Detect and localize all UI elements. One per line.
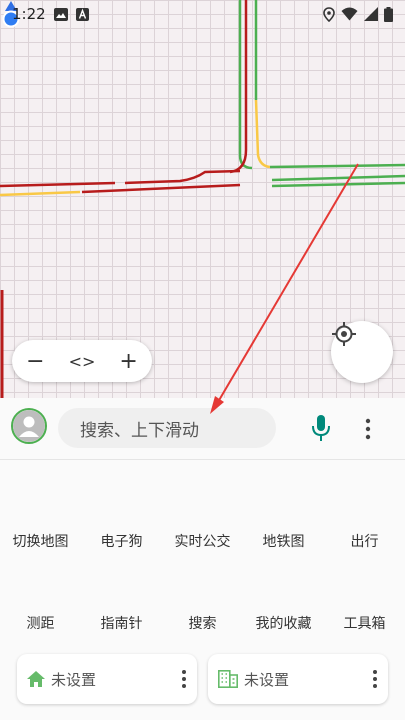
home-icon: [27, 671, 45, 687]
tool-favorites[interactable]: 我的收藏: [243, 613, 324, 633]
building-icon: [218, 670, 238, 688]
user-avatar-icon: [13, 410, 45, 442]
code-toggle-button[interactable]: <>: [64, 352, 100, 371]
wifi-icon: [341, 7, 358, 21]
microphone-icon[interactable]: [309, 413, 333, 443]
status-time: 1:22: [12, 5, 46, 23]
tools-row-1: 切换地图 电子狗 实时公交 地铁图 出行: [0, 531, 405, 551]
search-input[interactable]: 搜索、上下滑动: [58, 408, 276, 448]
image-notification-icon: [53, 7, 68, 21]
work-shortcut-card[interactable]: 未设置: [208, 654, 388, 704]
zoom-out-button[interactable]: −: [17, 349, 53, 374]
tool-toolbox[interactable]: 工具箱: [324, 613, 405, 633]
work-more-icon[interactable]: [370, 667, 380, 691]
crosshair-icon: [332, 322, 356, 346]
tool-travel[interactable]: 出行: [324, 531, 405, 551]
work-shortcut-label: 未设置: [244, 670, 290, 689]
status-bar: 1:22: [0, 0, 405, 28]
zoom-controls: − <> +: [12, 340, 152, 382]
location-icon: [323, 6, 335, 22]
tool-compass[interactable]: 指南针: [81, 613, 162, 633]
search-bar: 搜索、上下滑动: [0, 398, 405, 460]
more-options-icon[interactable]: [360, 416, 376, 442]
tool-measure[interactable]: 测距: [0, 613, 81, 633]
app-notification-icon: [75, 7, 89, 21]
tool-realtime-bus[interactable]: 实时公交: [162, 531, 243, 551]
tools-row-2: 测距 指南针 搜索 我的收藏 工具箱: [0, 613, 405, 633]
home-shortcut-card[interactable]: 未设置: [17, 654, 197, 704]
battery-icon: [384, 6, 393, 22]
avatar[interactable]: [11, 408, 47, 444]
cell-signal-icon: [364, 7, 378, 21]
home-more-icon[interactable]: [179, 667, 189, 691]
zoom-in-button[interactable]: +: [111, 349, 147, 374]
tool-speed-camera[interactable]: 电子狗: [81, 531, 162, 551]
map-view[interactable]: − <> +: [0, 0, 405, 400]
tools-panel: 切换地图 电子狗 实时公交 地铁图 出行 测距 指南针 搜索 我的收藏 工具箱 …: [0, 461, 405, 720]
tool-search[interactable]: 搜索: [162, 613, 243, 633]
tool-switch-map[interactable]: 切换地图: [0, 531, 81, 551]
home-shortcut-label: 未设置: [51, 670, 97, 689]
tool-subway-map[interactable]: 地铁图: [243, 531, 324, 551]
locate-me-button[interactable]: [331, 321, 393, 383]
